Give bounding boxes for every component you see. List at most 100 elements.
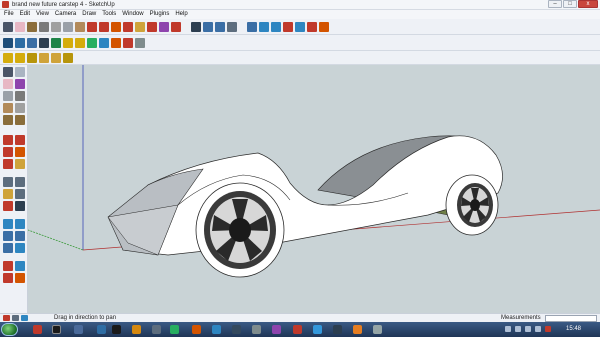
position-camera-icon[interactable] [3, 261, 13, 271]
line-icon[interactable] [15, 91, 25, 101]
taskbar-app-icon[interactable] [373, 325, 382, 334]
circle-icon[interactable] [3, 103, 13, 113]
3d-text-icon[interactable] [15, 201, 25, 211]
taskbar-app-icon[interactable] [112, 325, 121, 334]
paint-bucket-icon[interactable] [15, 79, 25, 89]
help-icon[interactable] [21, 315, 28, 321]
freehand-icon[interactable] [15, 115, 25, 125]
shaded-textures-icon[interactable] [123, 38, 133, 48]
geo-location-icon[interactable] [3, 315, 10, 321]
arc-icon[interactable] [15, 103, 25, 113]
zoom-extents-icon[interactable] [247, 22, 257, 32]
start-button[interactable] [1, 323, 18, 336]
walk-icon[interactable] [3, 273, 13, 283]
dimension-icon[interactable] [15, 177, 25, 187]
look-around-icon[interactable] [295, 22, 305, 32]
push-pull-icon[interactable] [15, 135, 25, 145]
left-view-icon[interactable] [63, 38, 73, 48]
taskbar-app-icon[interactable] [252, 325, 261, 334]
walk-icon[interactable] [307, 22, 317, 32]
tape-measure-icon[interactable] [3, 177, 13, 187]
taskbar-app-icon[interactable] [74, 325, 83, 334]
look-around-icon[interactable] [15, 261, 25, 271]
right-view-icon[interactable] [39, 38, 49, 48]
maximize-button[interactable]: □ [563, 0, 577, 8]
select-icon[interactable] [3, 22, 13, 32]
rectangle-icon[interactable] [3, 91, 13, 101]
credits-icon[interactable] [12, 315, 19, 321]
axes-icon[interactable] [3, 201, 13, 211]
pan-icon[interactable] [15, 219, 25, 229]
move-icon[interactable] [3, 135, 13, 145]
menu-view[interactable]: View [36, 10, 49, 19]
from-scratch-icon[interactable] [27, 53, 37, 63]
tray-icon[interactable] [515, 326, 521, 332]
line-icon[interactable] [39, 22, 49, 32]
pencil-icon[interactable] [27, 22, 37, 32]
from-contours-icon[interactable] [15, 53, 25, 63]
offset-icon[interactable] [135, 22, 145, 32]
circle-icon[interactable] [75, 22, 85, 32]
scale-icon[interactable] [3, 159, 13, 169]
menu-file[interactable]: File [4, 10, 14, 19]
network-icon[interactable] [525, 326, 531, 332]
drape-icon[interactable] [63, 53, 73, 63]
taskbar-app-icon[interactable] [192, 325, 201, 334]
menu-edit[interactable]: Edit [20, 10, 30, 19]
taskbar-app-icon[interactable] [333, 325, 342, 334]
menu-help[interactable]: Help [175, 10, 187, 19]
menu-camera[interactable]: Camera [55, 10, 76, 19]
menu-draw[interactable]: Draw [82, 10, 96, 19]
taskbar-app-icon[interactable] [97, 325, 106, 334]
hidden-line-icon[interactable] [99, 38, 109, 48]
taskbar-app-icon[interactable] [170, 325, 179, 334]
wireframe-icon[interactable] [87, 38, 97, 48]
protractor-icon[interactable] [3, 189, 13, 199]
top-view-icon[interactable] [15, 38, 25, 48]
text-icon[interactable] [15, 189, 25, 199]
taskbar-app-icon[interactable] [232, 325, 241, 334]
move-icon[interactable] [99, 22, 109, 32]
back-view-icon[interactable] [51, 38, 61, 48]
taskbar-app-icon[interactable] [313, 325, 322, 334]
polygon-icon[interactable] [3, 115, 13, 125]
tray-icon[interactable] [545, 326, 551, 332]
text-icon[interactable] [171, 22, 181, 32]
offset-icon[interactable] [15, 159, 25, 169]
push-pull-icon[interactable] [87, 22, 97, 32]
stamp-icon[interactable] [51, 53, 61, 63]
pan-icon[interactable] [203, 22, 213, 32]
zoom-window-icon[interactable] [15, 231, 25, 241]
scale-icon[interactable] [123, 22, 133, 32]
model-viewport[interactable] [27, 65, 600, 313]
menu-window[interactable]: Window [122, 10, 143, 19]
taskbar-app-icon[interactable] [293, 325, 302, 334]
iso-view-icon[interactable] [3, 38, 13, 48]
minimize-button[interactable]: – [548, 0, 562, 8]
zoom-window-icon[interactable] [227, 22, 237, 32]
rectangle-icon[interactable] [63, 22, 73, 32]
volume-icon[interactable] [535, 326, 541, 332]
smoove-icon[interactable] [39, 53, 49, 63]
taskbar-app-icon[interactable] [33, 325, 42, 334]
select-icon[interactable] [3, 67, 13, 77]
next-view-icon[interactable] [271, 22, 281, 32]
taskbar-app-icon[interactable] [353, 325, 362, 334]
orbit-icon[interactable] [191, 22, 201, 32]
zoom-extents-icon[interactable] [3, 243, 13, 253]
rotate-icon[interactable] [111, 22, 121, 32]
section-plane-icon[interactable] [15, 273, 25, 283]
previous-view-icon[interactable] [259, 22, 269, 32]
section-plane-icon[interactable] [319, 22, 329, 32]
monochrome-icon[interactable] [135, 38, 145, 48]
follow-me-icon[interactable] [15, 147, 25, 157]
shaded-icon[interactable] [111, 38, 121, 48]
arc-icon[interactable] [51, 22, 61, 32]
taskbar-app-icon[interactable] [272, 325, 281, 334]
orbit-icon[interactable] [3, 219, 13, 229]
eraser-icon[interactable] [3, 79, 13, 89]
taskbar-app-icon[interactable] [52, 325, 61, 334]
taskbar-app-icon[interactable] [212, 325, 221, 334]
paint-icon[interactable] [159, 22, 169, 32]
component-icon[interactable] [15, 67, 25, 77]
